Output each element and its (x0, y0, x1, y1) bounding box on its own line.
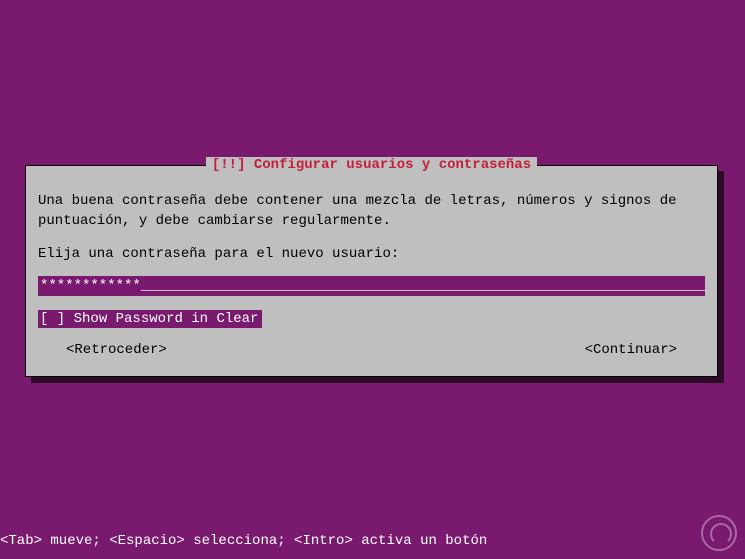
dialog-title-row: [!!] Configurar usuarios y contraseñas (26, 157, 717, 173)
button-row: <Retroceder> <Continuar> (38, 342, 705, 358)
dialog-body-text: Una buena contraseña debe contener una m… (38, 191, 705, 232)
footer-hint: <Tab> mueve; <Espacio> selecciona; <Intr… (0, 533, 487, 549)
input-fill: ________________________________________… (141, 278, 705, 294)
password-prompt: Elija una contraseña para el nuevo usuar… (38, 246, 705, 262)
watermark-icon (701, 515, 737, 551)
back-button[interactable]: <Retroceder> (66, 342, 167, 358)
show-password-checkbox[interactable]: [ ] Show Password in Clear (38, 310, 262, 328)
checkbox-label: Show Password in Clear (74, 311, 259, 327)
checkbox-indicator: [ ] (40, 311, 65, 327)
dialog-title: [!!] Configurar usuarios y contraseñas (206, 157, 537, 173)
installer-dialog: [!!] Configurar usuarios y contraseñas U… (25, 165, 718, 377)
password-value: ************ (40, 278, 141, 294)
continue-button[interactable]: <Continuar> (585, 342, 677, 358)
password-input[interactable]: ************____________________________… (38, 276, 705, 296)
